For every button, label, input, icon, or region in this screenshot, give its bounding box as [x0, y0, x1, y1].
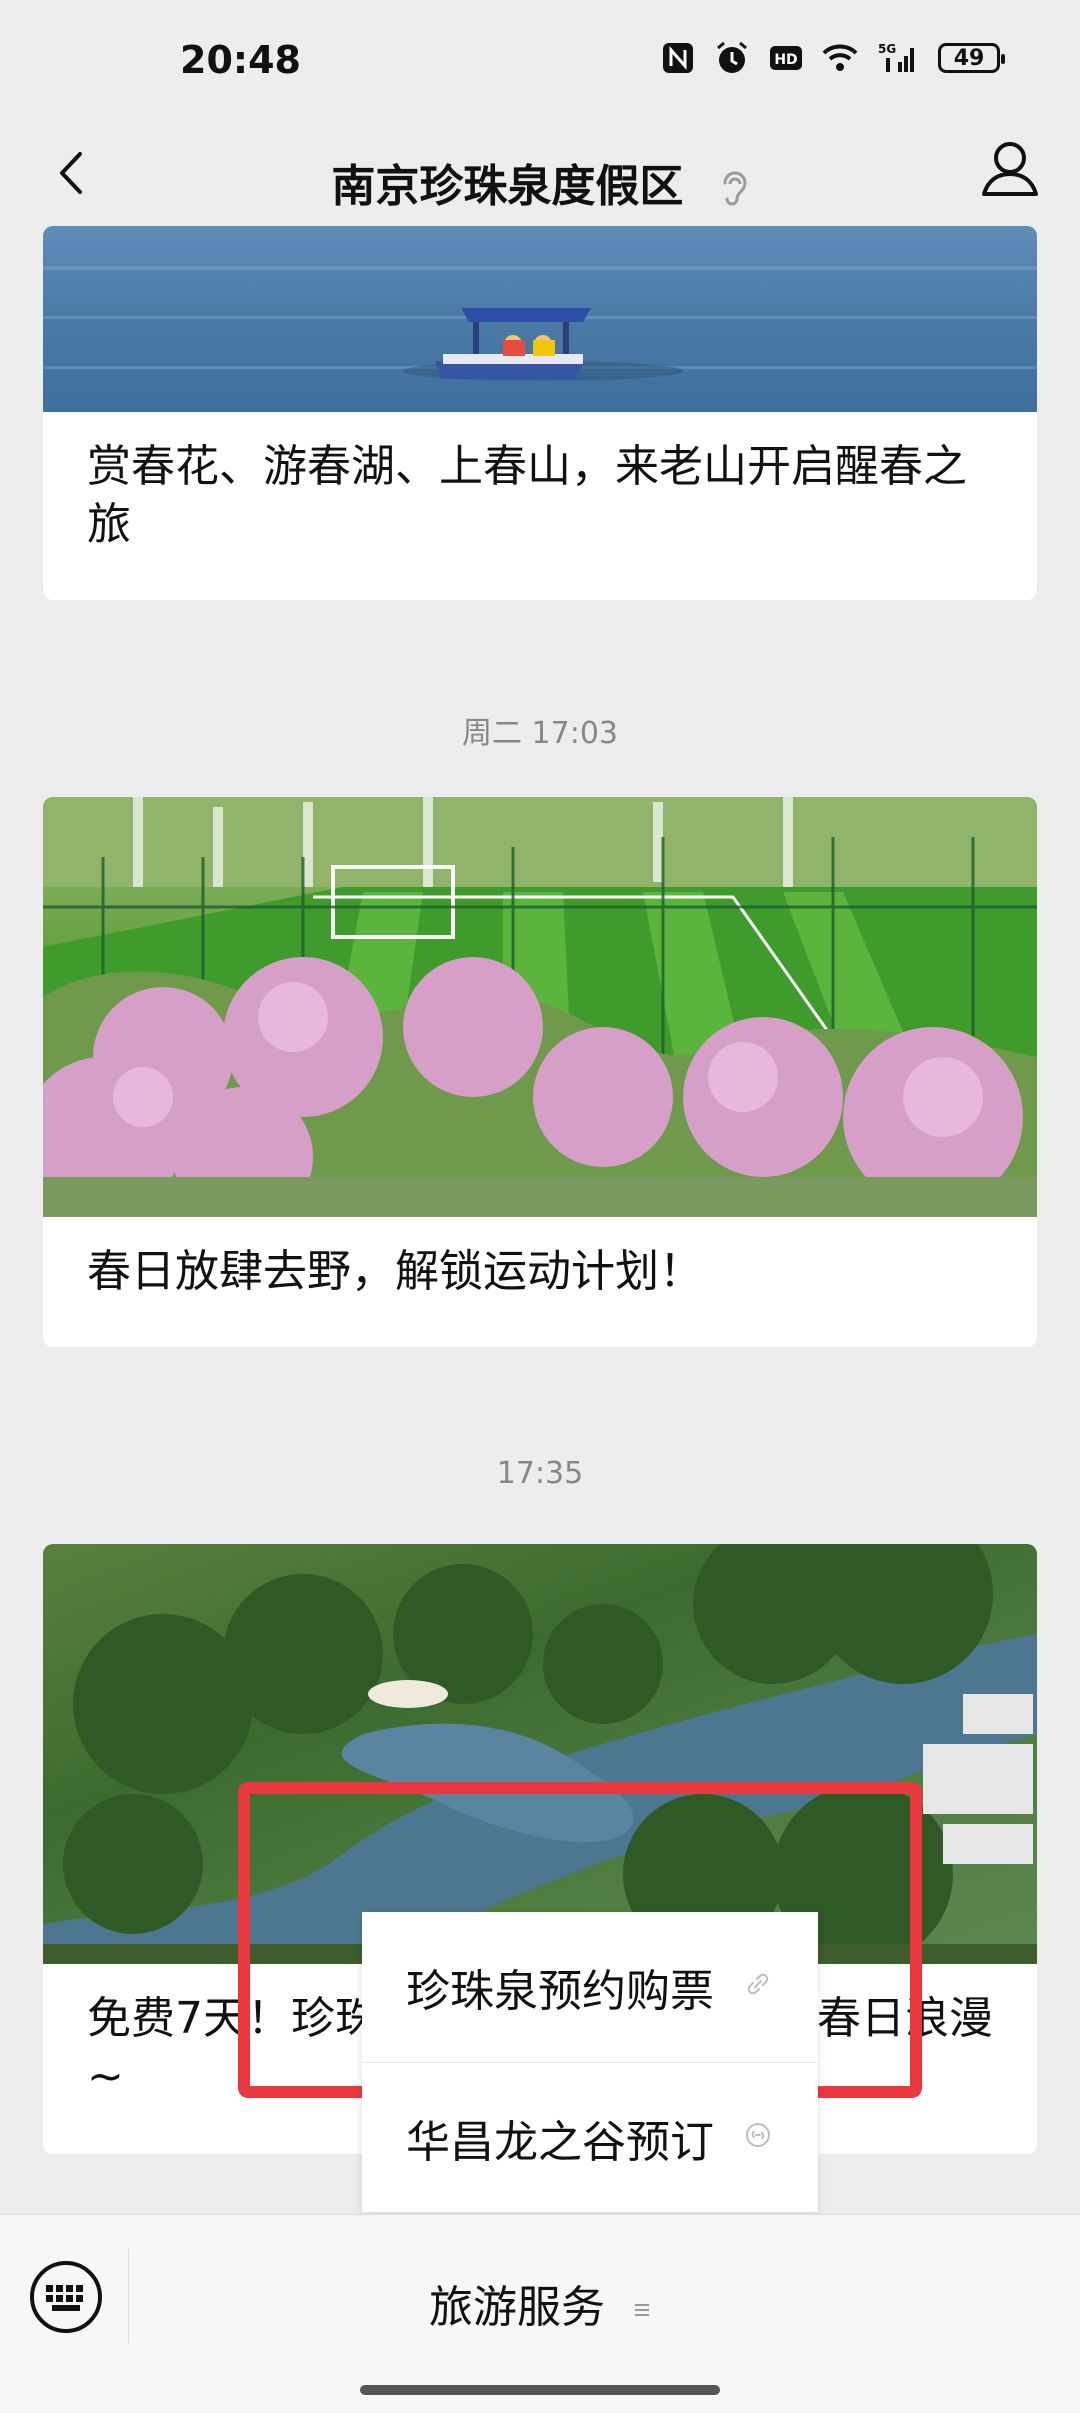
- alarm-icon: [717, 41, 747, 73]
- bottom-menu-bar: 旅游服务: [0, 2214, 1080, 2413]
- menu-item-label[interactable]: 珍珠泉预约购票: [406, 1955, 714, 2019]
- article-title[interactable]: 春日放肆去野，解锁运动计划！: [43, 1217, 1037, 1327]
- page-title-text: 南京珍珠泉度假区: [331, 161, 684, 212]
- signal-icon: 5G: [878, 42, 914, 72]
- article-title-right[interactable]: 春日浪漫: [817, 1990, 993, 2048]
- submenu-popup: 珍珠泉预约购票 华昌龙之谷预订: [362, 1912, 818, 2212]
- link-icon: [747, 1973, 769, 1995]
- menu-item-dragon-valley-booking[interactable]: 华昌龙之谷预订: [362, 2062, 818, 2212]
- message-timestamp: 17:35: [496, 1456, 584, 1491]
- submenu-icon: [635, 2304, 649, 2316]
- menu-item-label[interactable]: 华昌龙之谷预订: [406, 2106, 714, 2170]
- article-title[interactable]: 赏春花、游春湖、上春山，来老山开启醒春之旅: [43, 412, 1037, 580]
- menu-tab-travel-service[interactable]: 旅游服务: [0, 2271, 1080, 2335]
- menu-item-zhuquan-ticket[interactable]: 珍珠泉预约购票: [362, 1912, 818, 2062]
- profile-icon[interactable]: [970, 130, 1050, 210]
- page-title: 南京珍珠泉度假区: [0, 150, 1080, 214]
- nav-bar: 南京珍珠泉度假区: [0, 120, 1080, 226]
- article-image[interactable]: [43, 1544, 1037, 1964]
- wifi-icon: [822, 44, 858, 71]
- article-card[interactable]: 春日放肆去野，解锁运动计划！: [43, 797, 1037, 1347]
- home-indicator[interactable]: [360, 2385, 720, 2395]
- nfc-icon: [663, 43, 693, 73]
- svg-text:HD: HD: [774, 52, 797, 68]
- menu-tab-label[interactable]: 旅游服务: [429, 2282, 605, 2333]
- ear-icon: [723, 171, 747, 206]
- message-timestamp: 周二 17:03: [462, 716, 618, 751]
- miniprogram-icon: [746, 2123, 770, 2147]
- status-bar: 20:48 HD 5G 49: [0, 0, 1080, 120]
- article-image[interactable]: [43, 226, 1037, 412]
- article-card[interactable]: 赏春花、游春湖、上春山，来老山开启醒春之旅: [43, 226, 1037, 600]
- battery-icon: 49: [938, 43, 1005, 73]
- status-icons: HD 5G 49: [660, 40, 1005, 76]
- status-time: 20:48: [180, 38, 301, 82]
- hd-icon: HD: [770, 46, 802, 70]
- article-title-left[interactable]: 免费7天！珍珠: [87, 1993, 379, 2044]
- svg-text:5G: 5G: [878, 42, 896, 56]
- article-image[interactable]: [43, 797, 1037, 1217]
